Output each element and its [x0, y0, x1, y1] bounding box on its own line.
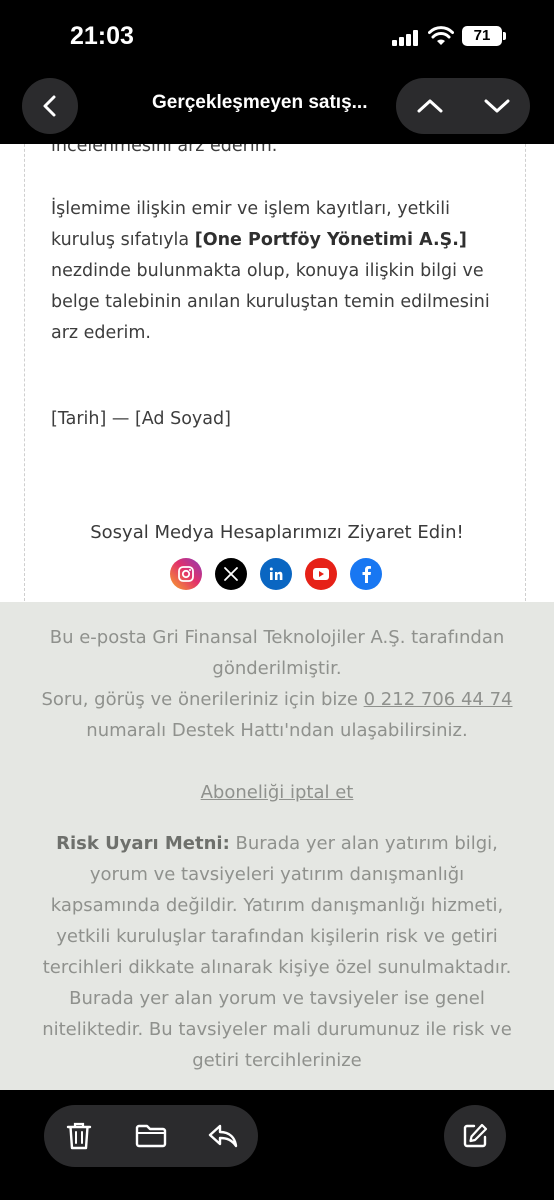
message-navigation [396, 78, 530, 134]
letter-paragraph: İşlemime ilişkin emir ve işlem kayıtları… [51, 199, 490, 343]
social-icons-row [170, 558, 384, 590]
facebook-icon[interactable] [350, 558, 382, 590]
trash-icon [66, 1122, 92, 1150]
unsubscribe-row: Aboneliği iptal et [36, 777, 518, 808]
reply-button[interactable] [188, 1105, 258, 1167]
email-footer: Bu e-posta Gri Finansal Teknolojiler A.Ş… [0, 602, 554, 1090]
status-time: 21:03 [70, 22, 134, 50]
youtube-icon[interactable] [305, 558, 337, 590]
previous-message-button[interactable] [396, 78, 463, 134]
battery-tip [503, 32, 506, 40]
risk-label: Risk Uyarı Metni: [56, 833, 230, 854]
chevron-up-icon [417, 99, 442, 113]
mail-nav-bar: Gerçekleşmeyen satış... [0, 72, 554, 144]
compose-button[interactable] [444, 1105, 506, 1167]
compose-icon [463, 1123, 488, 1148]
cellular-signal-icon [392, 30, 420, 46]
delete-button[interactable] [44, 1105, 114, 1167]
social-media-title: Sosyal Medya Hesaplarımızı Ziyaret Edin! [90, 522, 464, 543]
institution-name: [One Portföy Yönetimi A.Ş.] [194, 230, 467, 250]
risk-disclaimer: Risk Uyarı Metni: Burada yer alan yatırı… [42, 833, 512, 1071]
message-actions [44, 1105, 258, 1167]
folder-icon [135, 1124, 167, 1148]
instagram-icon[interactable] [170, 558, 202, 590]
unsubscribe-link[interactable]: Aboneliği iptal et [201, 782, 354, 803]
status-bar: 21:03 71 [0, 0, 554, 72]
message-subject-title: Gerçekleşmeyen satış... [152, 92, 368, 113]
back-button[interactable] [22, 78, 78, 134]
x-icon[interactable] [215, 558, 247, 590]
battery-indicator: 71 [462, 26, 502, 46]
support-notice: Soru, görüş ve önerileriniz için bize 0 … [41, 689, 513, 741]
chevron-left-icon [43, 95, 56, 117]
sender-notice: Bu e-posta Gri Finansal Teknolojiler A.Ş… [49, 627, 505, 679]
email-body[interactable]: incelenmesini arz ederim. İşlemime ilişk… [0, 144, 554, 1090]
letter-signature: [Tarih] — [Ad Soyad] [51, 409, 231, 429]
wifi-icon [428, 26, 454, 45]
reply-icon [208, 1124, 238, 1148]
move-to-folder-button[interactable] [116, 1105, 186, 1167]
chevron-down-icon [484, 99, 509, 113]
letter-cut-off-line: incelenmesini arz ederim. [51, 144, 278, 156]
bottom-toolbar [0, 1090, 554, 1200]
support-phone-link[interactable]: 0 212 706 44 74 [364, 689, 513, 710]
next-message-button[interactable] [463, 78, 530, 134]
linkedin-icon[interactable] [260, 558, 292, 590]
